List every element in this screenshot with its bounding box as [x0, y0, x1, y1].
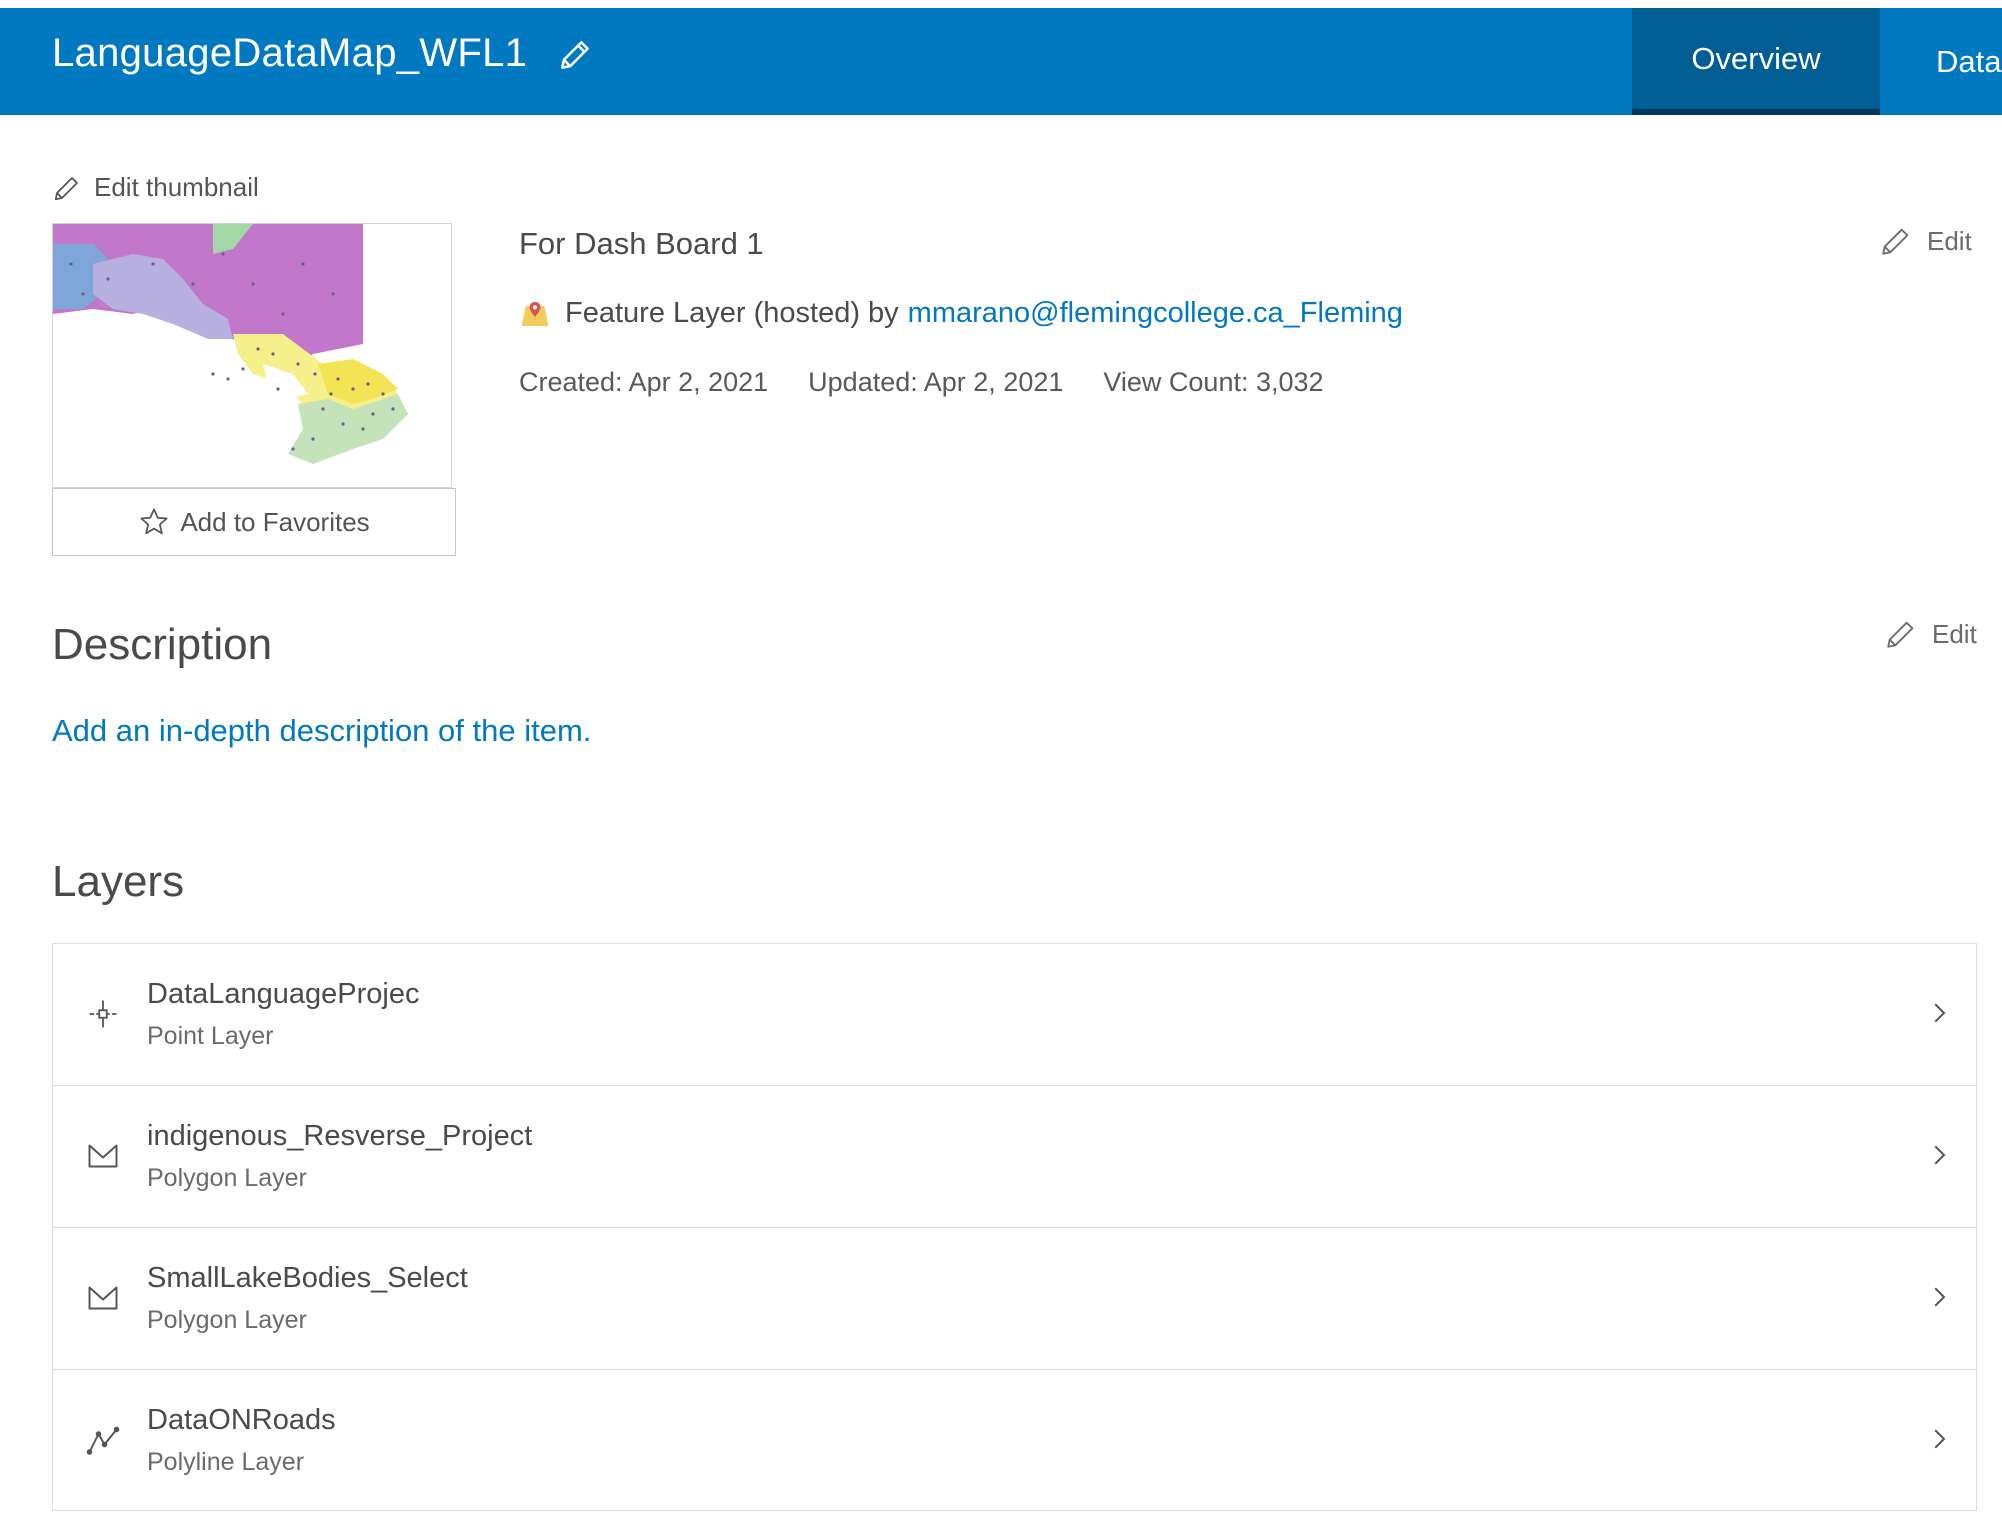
chevron-right-icon [1934, 1287, 1946, 1307]
item-type-line: Feature Layer (hosted) by mmarano@flemin… [519, 297, 1403, 330]
description-heading: Description [52, 620, 273, 669]
layer-type: Polygon Layer [147, 1164, 307, 1192]
thumbnail-map-image [53, 224, 451, 487]
layer-type: Point Layer [147, 1022, 274, 1050]
item-metadata: Created: Apr 2, 2021 Updated: Apr 2, 202… [519, 367, 1364, 398]
tab-data-label: Data [1936, 43, 2002, 79]
polygon-layer-icon [88, 1144, 118, 1168]
layer-row[interactable]: DataLanguageProjec Point Layer [53, 944, 1976, 1086]
tab-overview-label: Overview [1691, 40, 1821, 76]
item-thumbnail [52, 223, 452, 488]
edit-item-info-button[interactable]: Edit [1879, 224, 1972, 258]
top-border [0, 0, 2002, 8]
created-date: Created: Apr 2, 2021 [519, 367, 769, 397]
feature-layer-icon [521, 301, 549, 326]
star-icon [140, 508, 168, 535]
item-title: LanguageDataMap_WFL1 [52, 31, 528, 75]
chevron-right-icon [1934, 1145, 1946, 1165]
tab-overview[interactable]: Overview [1632, 8, 1880, 115]
add-to-favorites-button[interactable]: Add to Favorites [52, 488, 456, 556]
item-type-text: Feature Layer (hosted) by [565, 297, 899, 329]
chevron-right-icon [1934, 1429, 1946, 1449]
layers-heading: Layers [52, 857, 185, 906]
layer-name: DataONRoads [147, 1404, 336, 1436]
tab-data[interactable]: Data [1936, 8, 2002, 115]
add-to-favorites-label: Add to Favorites [180, 506, 370, 537]
edit-label: Edit [1927, 225, 1972, 256]
item-header: LanguageDataMap_WFL1 Overview Data [0, 8, 2002, 115]
layer-row[interactable]: DataONRoads Polyline Layer [53, 1370, 1976, 1510]
edit-label: Edit [1932, 618, 1977, 649]
item-summary: For Dash Board 1 [519, 226, 764, 261]
point-layer-icon [89, 1000, 117, 1028]
layer-type: Polyline Layer [147, 1448, 305, 1476]
pencil-icon [1887, 621, 1914, 648]
owner-link[interactable]: mmarano@flemingcollege.ca_Fleming [908, 297, 1403, 330]
polygon-layer-icon [88, 1286, 118, 1310]
edit-description-button[interactable]: Edit [1884, 617, 1977, 651]
edit-title-pencil-icon[interactable] [556, 36, 594, 74]
layer-row[interactable]: SmallLakeBodies_Select Polygon Layer [53, 1228, 1976, 1370]
layer-type: Polygon Layer [147, 1306, 307, 1334]
layers-list: DataLanguageProjec Point Layer indigenou… [52, 943, 1977, 1511]
pencil-icon [1882, 228, 1909, 255]
add-description-link[interactable]: Add an in-depth description of the item. [52, 713, 591, 749]
layer-name: DataLanguageProjec [147, 978, 420, 1010]
layer-name: SmallLakeBodies_Select [147, 1262, 468, 1294]
layer-name: indigenous_Resverse_Project [147, 1120, 533, 1152]
updated-date: Updated: Apr 2, 2021 [808, 367, 1064, 397]
edit-thumbnail-button[interactable]: Edit thumbnail [52, 172, 259, 203]
edit-thumbnail-label: Edit thumbnail [94, 172, 259, 202]
view-count: View Count: 3,032 [1103, 367, 1324, 397]
polyline-layer-icon [86, 1426, 120, 1455]
layer-row[interactable]: indigenous_Resverse_Project Polygon Laye… [53, 1086, 1976, 1228]
pencil-icon [54, 176, 78, 200]
chevron-right-icon [1934, 1003, 1946, 1023]
